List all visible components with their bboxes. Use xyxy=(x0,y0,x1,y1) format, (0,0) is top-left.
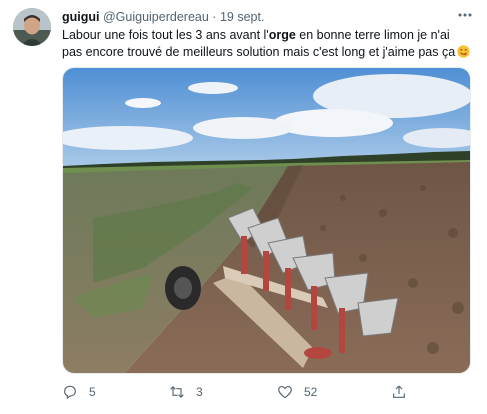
tweet-card[interactable]: guigui @Guiguiperdereau · 19 sept. Labou… xyxy=(0,0,487,414)
heart-icon xyxy=(278,385,292,399)
more-dots-icon[interactable] xyxy=(457,11,473,19)
user-handle[interactable]: @Guiguiperdereau xyxy=(103,10,209,24)
share-icon xyxy=(393,385,405,398)
field-plough-photo xyxy=(63,68,470,373)
tweet-text-part1: Labour une fois tout les 3 ans avant l' xyxy=(62,28,269,42)
reply-icon xyxy=(64,385,76,400)
reply-button[interactable]: 5 xyxy=(62,382,96,402)
like-count: 52 xyxy=(304,385,318,399)
tweet-text: Labour une fois tout les 3 ans avant l'o… xyxy=(62,27,472,61)
face-savoring-food-emoji xyxy=(457,45,470,58)
share-button[interactable] xyxy=(391,382,418,402)
retweet-button[interactable]: 3 xyxy=(169,382,203,402)
separator-dot: · xyxy=(212,10,217,24)
retweet-icon xyxy=(170,386,184,398)
like-button[interactable]: 52 xyxy=(277,382,317,402)
tweet-text-bold: orge xyxy=(268,28,296,42)
tweet-date[interactable]: 19 sept. xyxy=(220,10,264,24)
avatar[interactable] xyxy=(13,8,51,46)
reply-count: 5 xyxy=(89,385,96,399)
tweet-actions: 5 3 52 xyxy=(62,382,482,402)
tweet-header: guigui @Guiguiperdereau · 19 sept. xyxy=(62,9,451,27)
retweet-count: 3 xyxy=(196,385,203,399)
avatar-photo xyxy=(13,8,51,46)
display-name[interactable]: guigui xyxy=(62,10,100,24)
tweet-photo[interactable] xyxy=(62,67,471,374)
